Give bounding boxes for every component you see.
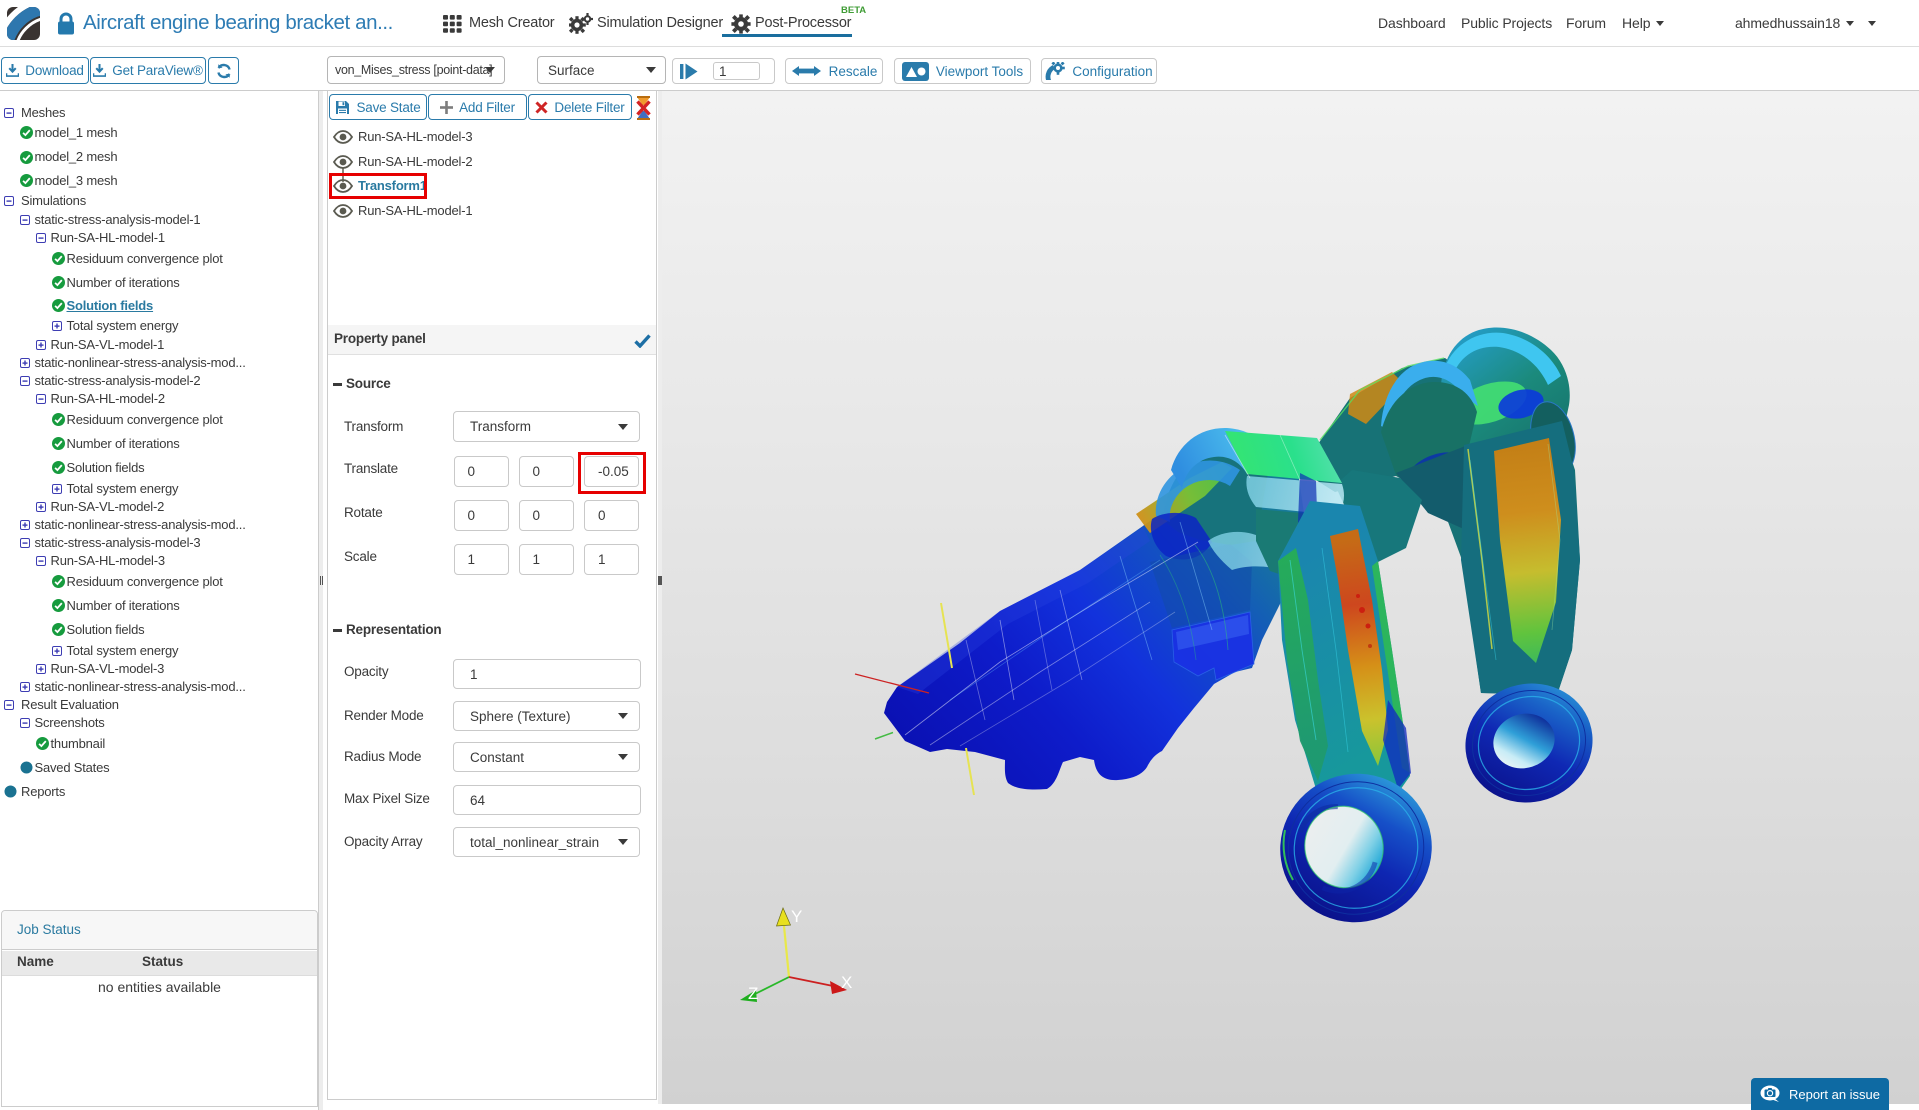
svg-text:Z: Z [748,984,758,1003]
svg-text:Y: Y [791,907,802,926]
svg-text:X: X [841,973,852,992]
